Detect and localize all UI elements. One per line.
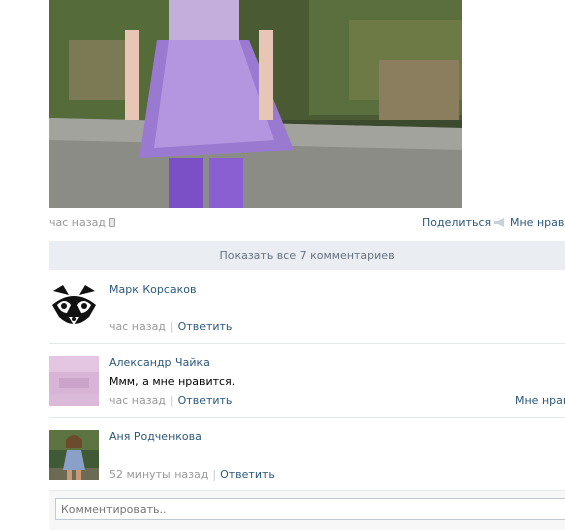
- reply-button[interactable]: Ответить: [220, 468, 275, 481]
- lilac-fabric-avatar[interactable]: [49, 356, 99, 406]
- show-all-comments-button[interactable]: Показать все 7 комментариев: [49, 241, 565, 270]
- comment-input[interactable]: [55, 498, 565, 520]
- reply-button[interactable]: Ответить: [178, 394, 233, 407]
- like-button[interactable]: Мне нрави: [510, 216, 565, 229]
- separator: |: [169, 320, 174, 333]
- separator: |: [169, 394, 174, 407]
- comment-time: час назад: [109, 320, 166, 333]
- divider: [49, 343, 565, 344]
- comment-author[interactable]: Аня Родченкова: [109, 430, 202, 443]
- comment-time: час назад: [109, 394, 166, 407]
- divider: [49, 417, 565, 418]
- post-time: час назад: [49, 216, 115, 229]
- comment-item: Александр Чайка Ммм, а мне нравится. час…: [49, 356, 565, 407]
- post-photo[interactable]: [49, 0, 462, 208]
- share-button[interactable]: Поделиться: [422, 216, 505, 229]
- megaphone-icon: [494, 218, 505, 227]
- comment-box: [49, 490, 565, 530]
- comment-meta: 52 минуты назад | Ответить: [109, 468, 275, 481]
- comment-like-button[interactable]: Мне нрави: [515, 394, 565, 407]
- reply-button[interactable]: Ответить: [178, 320, 233, 333]
- share-label: Поделиться: [422, 216, 492, 229]
- comment-meta: час назад | Ответить: [109, 394, 232, 407]
- post-meta: час назад Поделиться Мне нрави: [49, 214, 565, 232]
- post-time-text: час назад: [49, 216, 106, 229]
- raccoon-avatar[interactable]: [49, 283, 99, 333]
- comment-meta: час назад | Ответить: [109, 320, 232, 333]
- girl-photo-avatar[interactable]: [49, 430, 99, 480]
- comment-item: Марк Корсаков час назад | Ответить: [49, 283, 565, 333]
- comment-time: 52 минуты назад: [109, 468, 209, 481]
- comment-author[interactable]: Александр Чайка: [109, 356, 210, 369]
- comment-item: Аня Родченкова 52 минуты назад | Ответить: [49, 430, 565, 481]
- comment-author[interactable]: Марк Корсаков: [109, 283, 197, 296]
- comment-text: Ммм, а мне нравится.: [109, 375, 236, 388]
- separator: |: [212, 468, 217, 481]
- phone-icon: [108, 218, 115, 227]
